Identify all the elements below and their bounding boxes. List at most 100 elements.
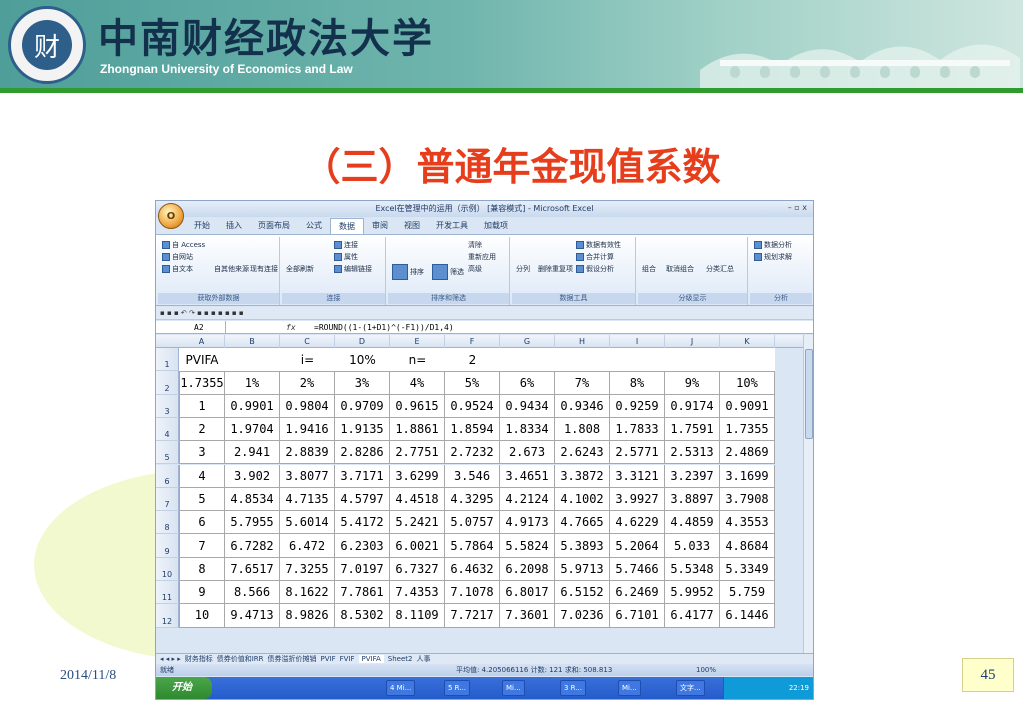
cell[interactable]: 6.0021	[390, 534, 445, 558]
cell[interactable]: 6.7327	[390, 557, 445, 581]
cell[interactable]: 7.7217	[445, 604, 500, 628]
cell[interactable]: 3.8077	[280, 464, 335, 488]
cell[interactable]: 2.4869	[720, 441, 775, 465]
cell[interactable]: 5%	[445, 371, 500, 395]
cell[interactable]: 2.6243	[555, 441, 610, 465]
cell[interactable]: 10%	[335, 348, 390, 372]
cell[interactable]: 4.3295	[445, 487, 500, 512]
ribbon-tab[interactable]: 公式	[298, 218, 330, 234]
cell[interactable]: 4.7135	[280, 487, 335, 512]
group-button[interactable]: 组合	[642, 264, 656, 274]
scrollbar-thumb[interactable]	[805, 349, 813, 439]
sheet-tab[interactable]: 债券价值和IRR	[217, 655, 264, 663]
ribbon-tab[interactable]: 审阅	[364, 218, 396, 234]
cell[interactable]: 8%	[610, 371, 665, 395]
cell[interactable]: 4.4518	[390, 487, 445, 512]
cell[interactable]: 1%	[225, 371, 280, 395]
cell[interactable]: 7.0236	[555, 604, 610, 628]
cell[interactable]: 4.8534	[225, 487, 280, 512]
start-button[interactable]: 开始	[156, 677, 212, 699]
ribbon-tab[interactable]: 视图	[396, 218, 428, 234]
cell[interactable]: 5.9952	[665, 581, 720, 605]
cell[interactable]: 0.9434	[500, 394, 555, 418]
cell[interactable]: 3.9927	[610, 487, 665, 512]
cell[interactable]: 8.1109	[390, 604, 445, 628]
cell[interactable]: 5.759	[720, 581, 775, 605]
cell[interactable]: 2.8839	[280, 441, 335, 465]
cell[interactable]: 3.4651	[500, 464, 555, 488]
cell[interactable]: 8.9826	[280, 604, 335, 628]
cell[interactable]: 1	[179, 394, 225, 418]
cell[interactable]: 5.033	[665, 534, 720, 558]
cell[interactable]: 6.2469	[610, 581, 665, 605]
cell[interactable]: 6	[179, 511, 225, 535]
cell[interactable]: 4%	[390, 371, 445, 395]
sheet-tab[interactable]: 财务指标	[185, 655, 213, 663]
taskbar-item[interactable]: 4 Mi...	[386, 680, 416, 696]
cell[interactable]: 0.9804	[280, 394, 335, 418]
row-header[interactable]: 7	[156, 487, 179, 512]
text-to-columns-button[interactable]: 分列	[516, 264, 530, 274]
cell[interactable]: 1.7355	[179, 371, 225, 395]
cell[interactable]: 3.3121	[610, 464, 665, 488]
cell[interactable]: 5.2421	[390, 511, 445, 535]
cell[interactable]: 1.9704	[225, 417, 280, 442]
cell[interactable]: 1.9416	[280, 417, 335, 442]
cell[interactable]: 4.4859	[665, 511, 720, 535]
cell[interactable]: 7.0197	[335, 557, 390, 581]
cell[interactable]: 0.9524	[445, 394, 500, 418]
row-header[interactable]: 11	[156, 581, 179, 605]
sheet-tab[interactable]: FVIF	[340, 655, 355, 663]
cell[interactable]: 8	[179, 557, 225, 581]
cell[interactable]: 6%	[500, 371, 555, 395]
cell[interactable]: 2.7232	[445, 441, 500, 465]
sheet-nav-arrows[interactable]: ◂ ◂ ▸ ▸	[160, 655, 181, 663]
cell[interactable]: 5.2064	[610, 534, 665, 558]
what-if-analysis-button[interactable]: 假设分析	[576, 264, 614, 274]
column-header[interactable]: G	[500, 335, 555, 348]
ribbon-tab[interactable]: 数据	[330, 218, 364, 234]
cell[interactable]: 3.546	[445, 464, 500, 488]
cell[interactable]: 7.3255	[280, 557, 335, 581]
zoom-level[interactable]: 100%	[696, 664, 716, 676]
cell[interactable]: 6.2303	[335, 534, 390, 558]
cell[interactable]: 2%	[280, 371, 335, 395]
cell[interactable]: 1.7591	[665, 417, 720, 442]
column-header[interactable]: D	[335, 335, 390, 348]
formula-input[interactable]: =ROUND((1-(1+D1)^(-F1))/D1,4)	[314, 321, 454, 334]
cell[interactable]: 8.566	[225, 581, 280, 605]
cell[interactable]: 10	[179, 604, 225, 628]
row-header[interactable]: 10	[156, 557, 179, 581]
sheet-tab[interactable]: PVIFA	[358, 655, 384, 663]
cell[interactable]: 5.7466	[610, 557, 665, 581]
cell[interactable]: 0.9091	[720, 394, 775, 418]
connections-button[interactable]: 连接	[334, 240, 358, 250]
cell[interactable]: 6.8017	[500, 581, 555, 605]
cell[interactable]: 3	[179, 441, 225, 465]
window-controls[interactable]: – ▫ x	[788, 203, 807, 212]
sheet-tab[interactable]: PVIF	[321, 655, 336, 663]
cell[interactable]: 2	[179, 417, 225, 442]
cell[interactable]: 6.2098	[500, 557, 555, 581]
cell[interactable]: 4	[179, 464, 225, 488]
cell[interactable]: 8.1622	[280, 581, 335, 605]
column-header[interactable]: F	[445, 335, 500, 348]
cell[interactable]: PVIFA	[179, 348, 225, 372]
from-other-sources-button[interactable]: 自其他来源	[214, 264, 249, 274]
cell[interactable]: 3.1699	[720, 464, 775, 488]
cell[interactable]: 5.7955	[225, 511, 280, 535]
cell[interactable]: 6.7282	[225, 534, 280, 558]
taskbar-item[interactable]: 5 R...	[444, 680, 470, 696]
cell[interactable]: 1.7833	[610, 417, 665, 442]
quick-access-toolbar[interactable]: ▪ ▪ ▪ ↶ ↷ ▪ ▪ ▪ ▪ ▪ ▪ ▪	[156, 307, 813, 320]
cell[interactable]: 0.9174	[665, 394, 720, 418]
ribbon-tab[interactable]: 加载项	[476, 218, 516, 234]
edit-links-button[interactable]: 编辑链接	[334, 264, 372, 274]
cell[interactable]: 1.7355	[720, 417, 775, 442]
cell[interactable]: 4.5797	[335, 487, 390, 512]
row-header[interactable]: 1	[156, 348, 179, 372]
clear-button[interactable]: 清除	[468, 240, 482, 250]
cell[interactable]: 4.9173	[500, 511, 555, 535]
ribbon-tab[interactable]: 页面布局	[250, 218, 298, 234]
cell[interactable]: 5	[179, 487, 225, 512]
